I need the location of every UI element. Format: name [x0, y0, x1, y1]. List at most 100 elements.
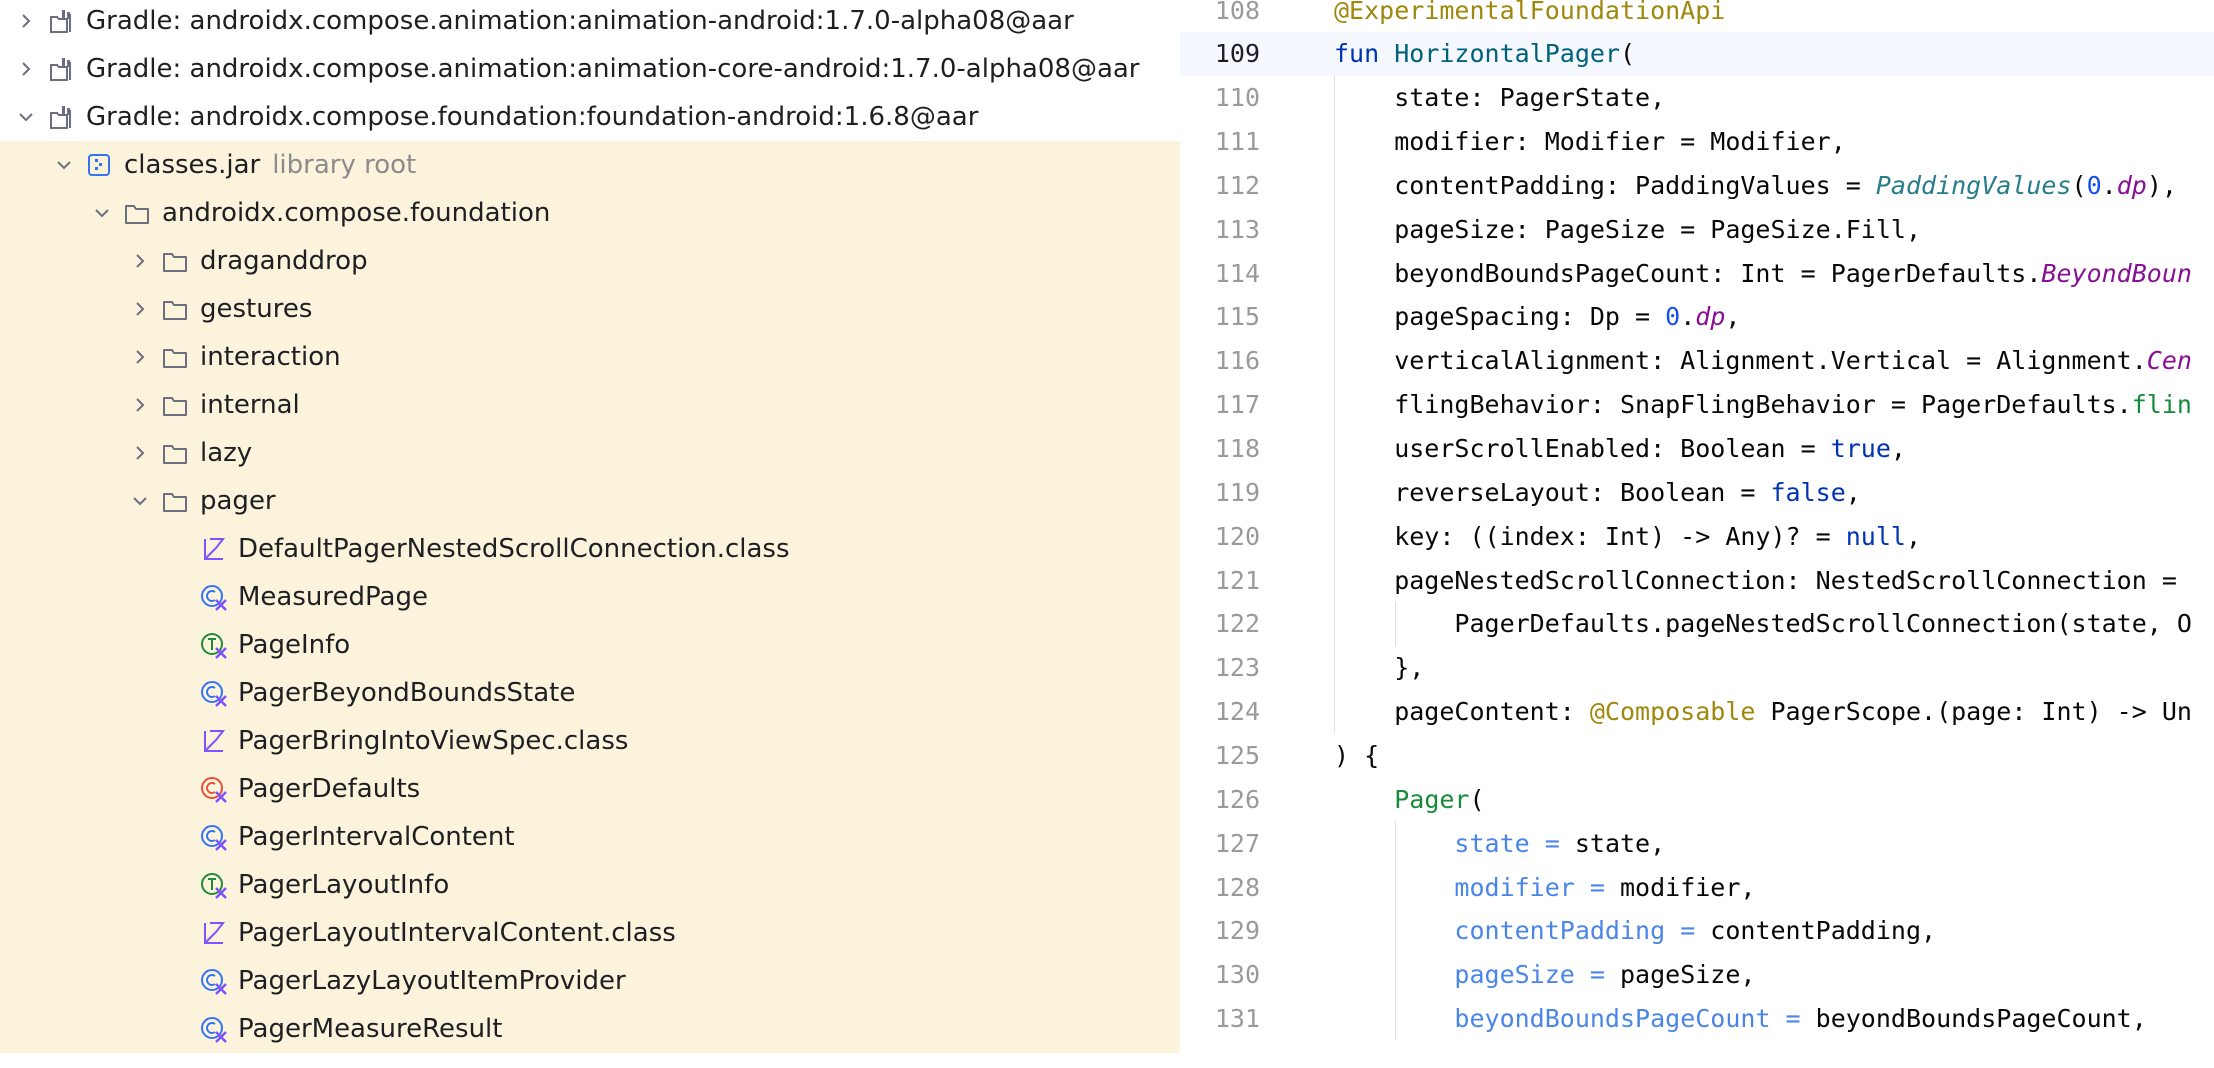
- tree-row[interactable]: Gradle: androidx.compose.foundation:foun…: [0, 93, 1180, 141]
- tree-row[interactable]: lazy: [0, 429, 1180, 477]
- code-line[interactable]: 111 modifier: Modifier = Modifier,: [1180, 120, 2214, 164]
- code-text: PagerDefaults.pageNestedScrollConnection…: [1334, 609, 2192, 638]
- chevron-right-icon[interactable]: [126, 391, 154, 419]
- tree-row[interactable]: DefaultPagerNestedScrollConnection.class: [0, 525, 1180, 573]
- code-token: modifier =: [1454, 872, 1620, 902]
- code-line[interactable]: 129 contentPadding = contentPadding,: [1180, 909, 2214, 953]
- tree-row[interactable]: Gradle: androidx.compose.animation:anima…: [0, 0, 1180, 45]
- indent-guide: [1334, 75, 1335, 734]
- code-line[interactable]: 112 contentPadding: PaddingValues = Padd…: [1180, 163, 2214, 207]
- tree-row[interactable]: draganddrop: [0, 237, 1180, 285]
- tree-row[interactable]: PagerIntervalContent: [0, 813, 1180, 861]
- code-line[interactable]: 114 beyondBoundsPageCount: Int = PagerDe…: [1180, 251, 2214, 295]
- code-line[interactable]: 122 PagerDefaults.pageNestedScrollConnec…: [1180, 602, 2214, 646]
- code-line[interactable]: 128 modifier = modifier,: [1180, 865, 2214, 909]
- code-line[interactable]: 127 state = state,: [1180, 821, 2214, 865]
- code-line[interactable]: 118 userScrollEnabled: Boolean = true,: [1180, 427, 2214, 471]
- code-line[interactable]: 125) {: [1180, 733, 2214, 777]
- tree-row[interactable]: Gradle: androidx.compose.animation:anima…: [0, 45, 1180, 93]
- code-line[interactable]: 124 pageContent: @Composable PagerScope.…: [1180, 690, 2214, 734]
- code-token: contentPadding =: [1454, 916, 1711, 946]
- tree-row[interactable]: internal: [0, 381, 1180, 429]
- tree-node-label: PagerBringIntoViewSpec.class: [238, 726, 629, 756]
- code-editor[interactable]: 108 @ExperimentalFoundationApi 109 fun Hori…: [1180, 0, 2214, 1068]
- chevron-right-icon[interactable]: [12, 7, 40, 35]
- code-token: dp: [2116, 170, 2147, 200]
- package-icon: [160, 294, 190, 324]
- code-line[interactable]: 108 @ExperimentalFoundationApi: [1180, 0, 2214, 32]
- code-token: true: [1830, 434, 1891, 463]
- code-token: pageContent:: [1334, 697, 1590, 727]
- kotlin-class-icon: [198, 582, 228, 612]
- line-number: 123: [1214, 653, 1260, 683]
- code-line[interactable]: 110 state: PagerState,: [1180, 76, 2214, 120]
- code-token: state =: [1454, 828, 1575, 858]
- tree-row[interactable]: classes.jar library root: [0, 141, 1180, 189]
- code-text: modifier = modifier,: [1334, 873, 1755, 902]
- line-number: 108: [1214, 0, 1260, 25]
- code-text: state: PagerState,: [1334, 83, 1665, 112]
- code-text: state = state,: [1334, 829, 1665, 858]
- code-line[interactable]: 119 reverseLayout: Boolean = false,: [1180, 470, 2214, 514]
- code-line[interactable]: 116 verticalAlignment: Alignment.Vertica…: [1180, 339, 2214, 383]
- code-token: dp: [1695, 302, 1726, 332]
- kotlin-file-icon: [198, 534, 228, 564]
- indent-guide: [1395, 821, 1397, 1041]
- library-icon: [46, 54, 76, 84]
- chevron-right-icon[interactable]: [126, 247, 154, 275]
- code-line[interactable]: 131 beyondBoundsPageCount = beyondBounds…: [1180, 997, 2214, 1041]
- line-number: 131: [1214, 1004, 1260, 1034]
- code-token: },: [1334, 653, 1425, 683]
- code-token: ),: [2146, 170, 2177, 200]
- code-token: PagerScope.(page: Int) -> Un: [1755, 697, 2192, 727]
- line-number: 113: [1214, 214, 1260, 244]
- tree-row[interactable]: PagerMeasureResult: [0, 1005, 1180, 1053]
- code-line[interactable]: 130 pageSize = pageSize,: [1180, 953, 2214, 997]
- code-line[interactable]: 123 },: [1180, 646, 2214, 690]
- code-token: null: [1845, 521, 1906, 551]
- tree-row[interactable]: PageInfo: [0, 621, 1180, 669]
- chevron-down-icon[interactable]: [12, 103, 40, 131]
- line-number: 110: [1214, 83, 1260, 113]
- code-text: verticalAlignment: Alignment.Vertical = …: [1334, 346, 2192, 375]
- tree-row[interactable]: PagerDefaults: [0, 765, 1180, 813]
- tree-row[interactable]: MeasuredPage: [0, 573, 1180, 621]
- code-text: contentPadding: PaddingValues = PaddingV…: [1334, 171, 2177, 200]
- tree-row[interactable]: gestures: [0, 285, 1180, 333]
- tree-row[interactable]: PagerBringIntoViewSpec.class: [0, 717, 1180, 765]
- code-token: pageSpacing: Dp =: [1334, 302, 1666, 332]
- tree-node-label: interaction: [200, 342, 341, 372]
- chevron-down-icon[interactable]: [50, 151, 78, 179]
- code-text: reverseLayout: Boolean = false,: [1334, 478, 1861, 507]
- chevron-right-icon[interactable]: [12, 55, 40, 83]
- tree-row[interactable]: pager: [0, 477, 1180, 525]
- chevron-down-icon[interactable]: [126, 487, 154, 515]
- chevron-down-icon[interactable]: [88, 199, 116, 227]
- code-token: PagerDefaults.pageNestedScrollConnection…: [1334, 609, 2192, 639]
- code-token: flin: [2131, 390, 2192, 420]
- code-line[interactable]: 115 pageSpacing: Dp = 0.dp,: [1180, 295, 2214, 339]
- tree-row[interactable]: androidx.compose.foundation: [0, 189, 1180, 237]
- code-line[interactable]: 121 pageNestedScrollConnection: NestedSc…: [1180, 558, 2214, 602]
- tree-row[interactable]: interaction: [0, 333, 1180, 381]
- code-line[interactable]: 126 Pager(: [1180, 777, 2214, 821]
- code-line[interactable]: 117 flingBehavior: SnapFlingBehavior = P…: [1180, 383, 2214, 427]
- code-text: beyondBoundsPageCount = beyondBoundsPage…: [1334, 1004, 2147, 1034]
- code-line[interactable]: 109 fun HorizontalPager(: [1180, 31, 2214, 76]
- chevron-right-icon[interactable]: [126, 295, 154, 323]
- library-icon: [46, 102, 76, 132]
- code-line[interactable]: 120 key: ((index: Int) -> Any)? = null,: [1180, 514, 2214, 558]
- package-icon: [160, 486, 190, 516]
- code-token: beyondBoundsPageCount,: [1815, 1004, 2147, 1034]
- code-line[interactable]: 113 pageSize: PageSize = PageSize.Fill,: [1180, 207, 2214, 251]
- kotlin-class-icon: [198, 822, 228, 852]
- tree-row[interactable]: PagerLayoutInfo: [0, 861, 1180, 909]
- code-token: state: PagerState,: [1334, 83, 1666, 113]
- chevron-right-icon[interactable]: [126, 439, 154, 467]
- tree-row[interactable]: PagerBeyondBoundsState: [0, 669, 1180, 717]
- tree-row[interactable]: PagerLayoutIntervalContent.class: [0, 909, 1180, 957]
- tree-row[interactable]: PagerLazyLayoutItemProvider: [0, 957, 1180, 1005]
- code-token: pageSize: PageSize = PageSize.Fill,: [1334, 214, 1921, 244]
- chevron-right-icon[interactable]: [126, 343, 154, 371]
- line-number: 127: [1214, 828, 1260, 858]
